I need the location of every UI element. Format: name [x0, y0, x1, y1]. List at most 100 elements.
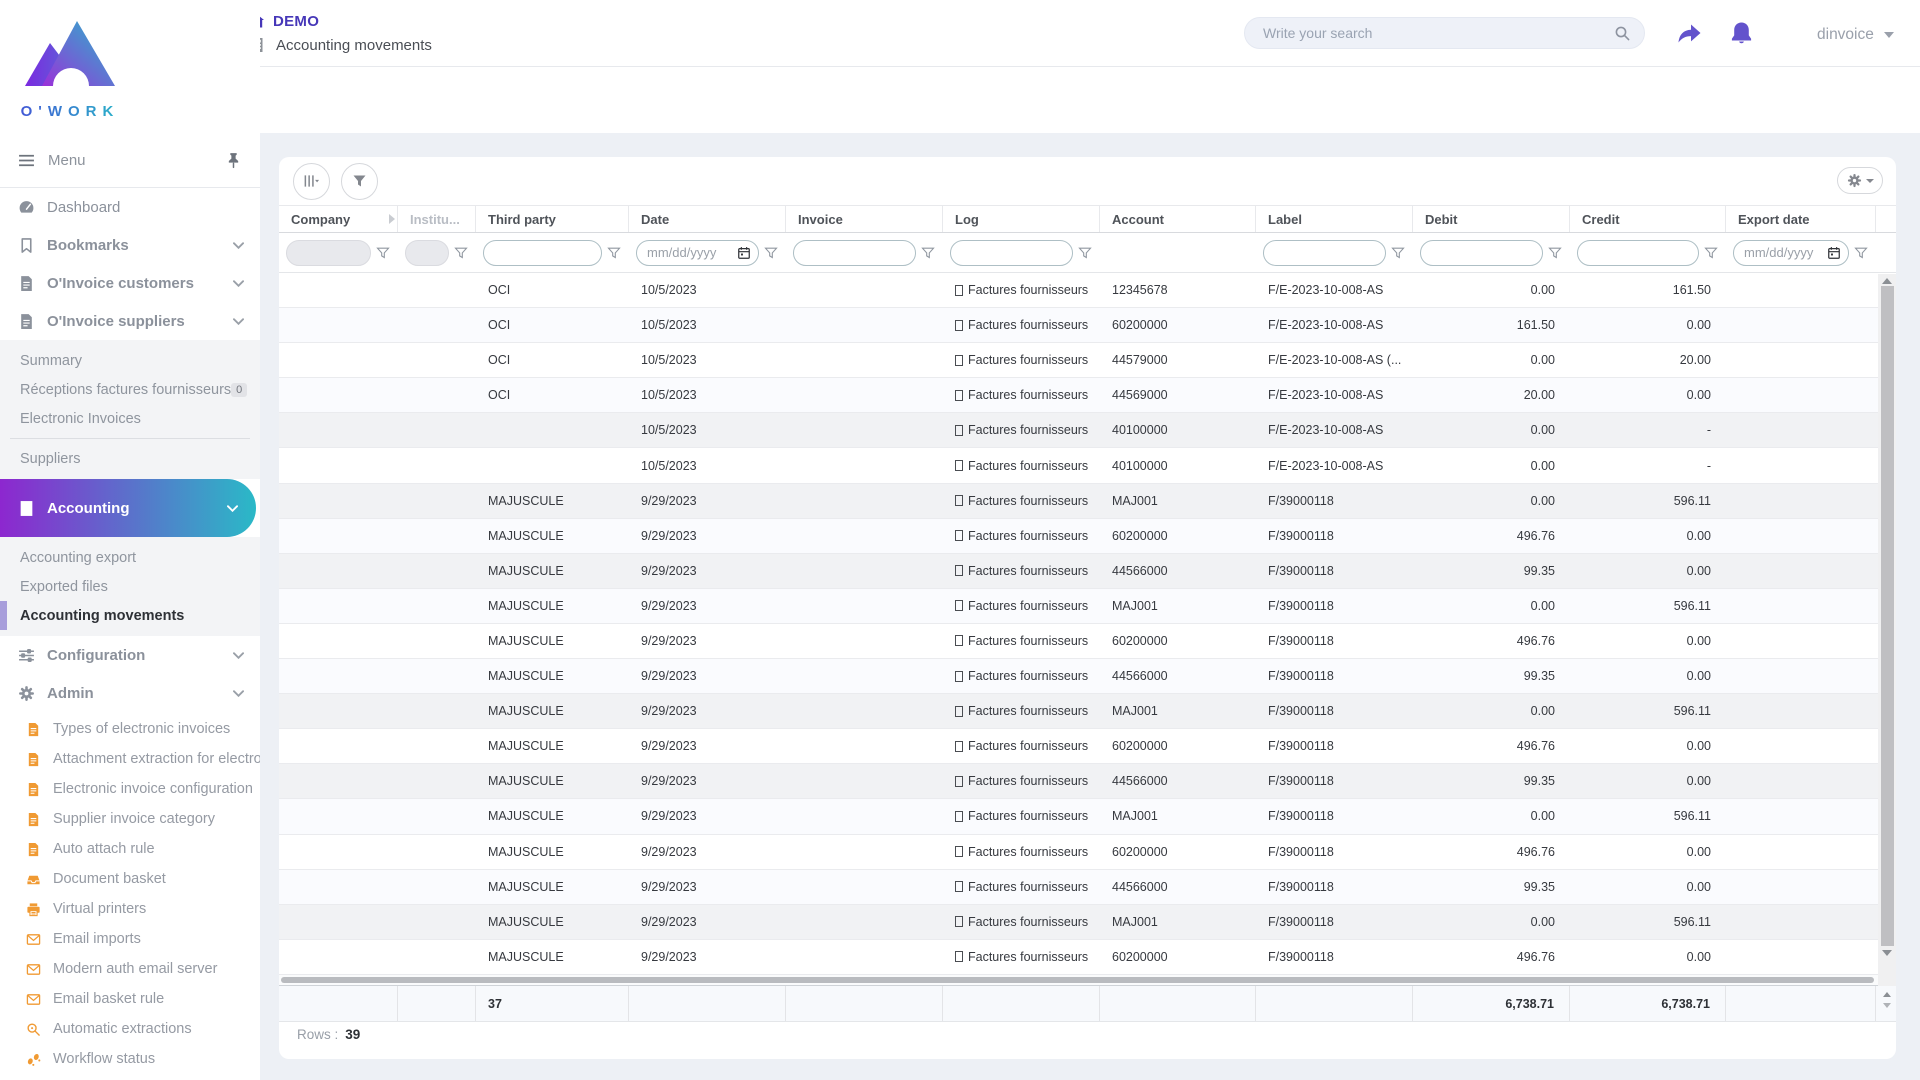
calendar-icon[interactable] [1827, 246, 1841, 260]
table-row[interactable]: MAJUSCULE 9/29/2023 Factures fournisseurs 6… [279, 729, 1896, 765]
notifications-bell-icon[interactable] [1728, 20, 1755, 47]
submenu-item-auto-attach-rule[interactable]: Auto attach rule [0, 834, 260, 864]
horizontal-scrollbar[interactable] [279, 975, 1896, 985]
sidebar-item-bookmarks[interactable]: Bookmarks [0, 226, 260, 264]
filter-funnel-icon[interactable] [1548, 246, 1562, 260]
pin-icon[interactable] [225, 152, 242, 169]
submenu-item-summary[interactable]: Summary [0, 346, 260, 375]
column-header-date[interactable]: Date [629, 206, 786, 232]
submenu-item-supplier-invoice-category[interactable]: Supplier invoice category [0, 804, 260, 834]
filter-funnel-icon[interactable] [764, 246, 778, 260]
column-header-institution[interactable]: Institu... [398, 206, 476, 232]
submenu-item-email-basket-rule[interactable]: Email basket rule [0, 984, 260, 1014]
sidebar-item-accounting[interactable]: Accounting [0, 479, 256, 537]
table-row[interactable]: MAJUSCULE 9/29/2023 Factures fournisseurs 4… [279, 659, 1896, 695]
vertical-scrollbar[interactable] [1878, 274, 1896, 986]
horizontal-scrollbar-thumb[interactable] [281, 977, 1874, 983]
submenu-item-exported-files[interactable]: Exported files [0, 572, 260, 601]
filter-button[interactable] [341, 162, 378, 200]
column-header-export-date[interactable]: Export date [1726, 206, 1876, 232]
column-header-label[interactable]: Label [1256, 206, 1413, 232]
table-row[interactable]: MAJUSCULE 9/29/2023 Factures fournisseurs M… [279, 694, 1896, 730]
cell-institution [398, 589, 476, 623]
column-header-company[interactable]: Company [279, 206, 398, 232]
user-menu[interactable]: dinvoice [1817, 26, 1894, 44]
submenu-item-virtual-printers[interactable]: Virtual printers [0, 894, 260, 924]
submenu-item-types-of-electronic-invoices[interactable]: Types of electronic invoices [0, 714, 260, 744]
log-glyph-icon [955, 600, 963, 612]
filter-funnel-icon[interactable] [376, 246, 390, 260]
filter-date-input-date[interactable]: mm/dd/yyyy [636, 239, 759, 266]
submenu-item-automatic-extractions[interactable]: Automatic extractions [0, 1014, 260, 1044]
filter-input-invoice[interactable] [793, 239, 916, 266]
filter-input-credit[interactable] [1577, 239, 1699, 266]
scroll-down-arrow-icon[interactable] [1883, 1003, 1891, 1008]
submenu-item-email-imports[interactable]: Email imports [0, 924, 260, 954]
vertical-scrollbar-thumb[interactable] [1880, 286, 1894, 946]
submenu-item-workflow-status[interactable]: Workflow status [0, 1044, 260, 1074]
table-row[interactable]: MAJUSCULE 9/29/2023 Factures fournisseurs 6… [279, 623, 1896, 660]
search-icon[interactable] [1614, 25, 1630, 41]
columns-button[interactable] [293, 162, 330, 200]
filter-funnel-icon[interactable] [1854, 246, 1868, 260]
filter-input-third-party[interactable] [483, 239, 602, 266]
filter-funnel-icon[interactable] [921, 246, 935, 260]
scroll-up-arrow-icon[interactable] [1883, 992, 1891, 997]
column-header-log[interactable]: Log [943, 206, 1100, 232]
submenu-item-accounting-export[interactable]: Accounting export [0, 543, 260, 572]
table-row[interactable]: MAJUSCULE 9/29/2023 Factures fournisseurs 6… [279, 518, 1896, 554]
filter-funnel-icon[interactable] [1391, 246, 1405, 260]
sidebar-item-configuration[interactable]: Configuration [0, 636, 260, 674]
column-header-debit[interactable]: Debit [1413, 206, 1570, 232]
submenu-item-electronic-invoice-configuration[interactable]: Electronic invoice configuration [0, 774, 260, 804]
column-header-third-party[interactable]: Third party [476, 206, 629, 232]
sidebar-item-o-invoice-customers[interactable]: O'Invoice customers [0, 264, 260, 302]
column-header-label: Label [1268, 211, 1302, 227]
filter-input-label[interactable] [1263, 239, 1386, 266]
column-header-invoice[interactable]: Invoice [786, 206, 943, 232]
filter-input-log[interactable] [950, 239, 1073, 266]
submenu-item-document-basket[interactable]: Document basket [0, 864, 260, 894]
filter-funnel-icon[interactable] [607, 246, 621, 260]
submenu-item-suppliers[interactable]: Suppliers [0, 444, 260, 473]
share-icon[interactable] [1675, 20, 1702, 47]
scroll-up-arrow-icon[interactable] [1882, 278, 1892, 284]
cell-export-date [1726, 940, 1876, 974]
filter-funnel-icon[interactable] [1704, 246, 1718, 260]
column-header-credit[interactable]: Credit [1570, 206, 1726, 232]
table-row[interactable]: MAJUSCULE 9/29/2023 Factures fournisseurs 4… [279, 553, 1896, 589]
submenu-item-electronic-invoices[interactable]: Electronic Invoices [0, 404, 260, 433]
table-row[interactable]: MAJUSCULE 9/29/2023 Factures fournisseurs 6… [279, 834, 1896, 870]
table-row[interactable]: MAJUSCULE 9/29/2023 Factures fournisseurs 4… [279, 764, 1896, 800]
grid-settings-button[interactable] [1837, 167, 1883, 194]
table-row[interactable]: OCI 10/5/2023 Factures fournisseurs 6020000… [279, 308, 1896, 344]
calendar-icon[interactable] [737, 246, 751, 260]
submenu-item-modern-auth-email-server[interactable]: Modern auth email server [0, 954, 260, 984]
filter-input-debit[interactable] [1420, 239, 1543, 266]
scroll-down-arrow-icon[interactable] [1882, 950, 1892, 956]
table-row[interactable]: MAJUSCULE 9/29/2023 Factures fournisseurs M… [279, 799, 1896, 835]
sidebar-item-o-invoice-suppliers[interactable]: O'Invoice suppliers [0, 302, 260, 340]
table-row[interactable]: OCI 10/5/2023 Factures fournisseurs 4456900… [279, 378, 1896, 414]
sidebar-item-admin[interactable]: Admin [0, 674, 260, 712]
filter-funnel-icon[interactable] [454, 246, 468, 260]
table-row[interactable]: MAJUSCULE 9/29/2023 Factures fournisseurs M… [279, 904, 1896, 940]
sidebar-item-dashboard[interactable]: Dashboard [0, 188, 260, 226]
table-row[interactable]: OCI 10/5/2023 Factures fournisseurs 1234567… [279, 273, 1896, 309]
table-row[interactable]: OCI 10/5/2023 Factures fournisseurs 4457900… [279, 343, 1896, 379]
filter-date-input-export-date[interactable]: mm/dd/yyyy [1733, 239, 1849, 266]
hamburger-icon[interactable] [18, 152, 35, 169]
chevron-right-icon[interactable] [389, 214, 395, 224]
table-row[interactable]: MAJUSCULE 9/29/2023 Factures fournisseurs 6… [279, 939, 1896, 975]
submenu-item-accounting-movements[interactable]: Accounting movements [0, 601, 260, 630]
submenu-item-r-ceptions-factures-fournisseurs[interactable]: Réceptions factures fournisseurs 0 [0, 375, 260, 404]
table-row[interactable]: MAJUSCULE 9/29/2023 Factures fournisseurs 4… [279, 869, 1896, 905]
table-row[interactable]: 10/5/2023 Factures fournisseurs 40100000 F/… [279, 448, 1896, 484]
table-row[interactable]: MAJUSCULE 9/29/2023 Factures fournisseurs M… [279, 483, 1896, 519]
table-row[interactable]: 10/5/2023 Factures fournisseurs 40100000 F/… [279, 413, 1896, 449]
column-header-account[interactable]: Account [1100, 206, 1256, 232]
submenu-item-attachment-extraction-for-electroni[interactable]: Attachment extraction for electroni [0, 744, 260, 774]
filter-funnel-icon[interactable] [1078, 246, 1092, 260]
search-input[interactable] [1245, 25, 1614, 41]
table-row[interactable]: MAJUSCULE 9/29/2023 Factures fournisseurs M… [279, 588, 1896, 624]
